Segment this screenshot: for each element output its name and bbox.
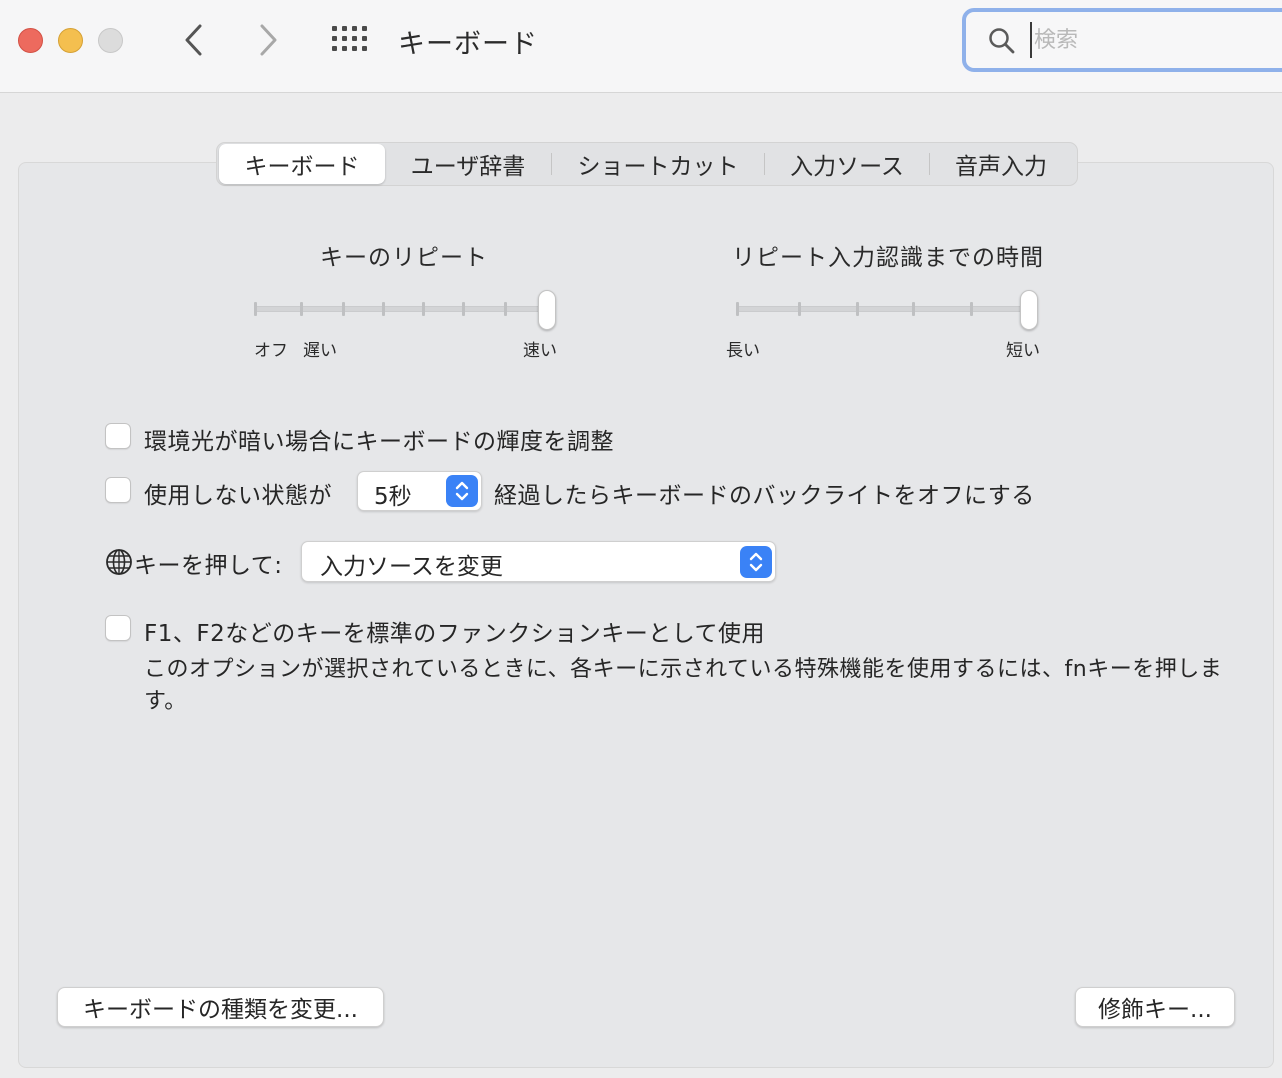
backlight-prefix-label: 使用しない状態が <box>144 483 332 509</box>
search-input[interactable] <box>1030 22 1280 58</box>
zoom-window-button[interactable] <box>98 28 123 53</box>
repeat-delay-title: リピート入力認識までの時間 <box>732 245 1044 271</box>
tab-keyboard[interactable]: キーボード <box>219 144 385 184</box>
key-repeat-off-label: オフ <box>254 341 288 361</box>
chevron-left-icon <box>185 24 202 56</box>
slider-tick <box>382 302 385 316</box>
slider-tick <box>300 302 303 316</box>
function-keys-checkbox[interactable] <box>105 615 131 641</box>
slider-track <box>736 306 1034 312</box>
chevron-up-down-icon <box>749 552 763 572</box>
slider-tick <box>462 302 465 316</box>
tab-shortcuts[interactable]: ショートカット <box>552 144 764 184</box>
slider-tick <box>254 302 257 316</box>
backlight-timeout-popup[interactable]: 5秒 <box>357 471 482 511</box>
slider-tick <box>798 302 801 316</box>
slider-tick <box>342 302 345 316</box>
title-bar: キーボード <box>0 0 1282 93</box>
minimize-window-button[interactable] <box>58 28 83 53</box>
close-window-button[interactable] <box>18 28 43 53</box>
key-repeat-fast-label: 速い <box>523 341 557 361</box>
key-repeat-title: キーのリピート <box>320 245 488 271</box>
window-title: キーボード <box>398 29 538 60</box>
key-repeat-knob[interactable] <box>538 290 556 330</box>
key-repeat-slow-label: 遅い <box>303 341 337 361</box>
slider-tick <box>912 302 915 316</box>
globe-icon <box>106 549 132 575</box>
function-keys-description: このオプションが選択されているときに、各キーに示されている特殊機能を使用するには… <box>144 657 1223 714</box>
backlight-checkbox[interactable] <box>105 477 131 503</box>
popup-stepper <box>740 546 772 578</box>
repeat-delay-long-label: 長い <box>726 341 760 361</box>
function-keys-label: F1、F2などのキーを標準のファンクションキーとして使用 <box>144 621 766 647</box>
repeat-delay-knob[interactable] <box>1020 290 1038 330</box>
popup-stepper <box>446 475 478 507</box>
slider-tick <box>736 302 739 316</box>
globe-key-popup[interactable]: 入力ソースを変更 <box>301 541 776 582</box>
ambient-light-label: 環境光が暗い場合にキーボードの輝度を調整 <box>144 429 614 455</box>
globe-key-value: 入力ソースを変更 <box>320 554 503 580</box>
tab-input-sources[interactable]: 入力ソース <box>765 144 929 184</box>
slider-tick <box>856 302 859 316</box>
globe-key-label: キーを押して: <box>134 553 283 579</box>
search-field[interactable] <box>962 8 1282 72</box>
search-icon <box>989 28 1015 54</box>
slider-track <box>254 306 552 312</box>
forward-button[interactable] <box>248 20 288 60</box>
slider-tick <box>504 302 507 316</box>
ambient-light-checkbox[interactable] <box>105 423 131 449</box>
chevron-up-down-icon <box>455 481 469 501</box>
slider-tick <box>422 302 425 316</box>
tab-bar: キーボード ユーザ辞書 ショートカット 入力ソース 音声入力 <box>216 142 1078 186</box>
tab-user-dictionary[interactable]: ユーザ辞書 <box>385 144 551 184</box>
modifier-keys-button[interactable]: 修飾キー... <box>1075 987 1235 1027</box>
backlight-suffix-label: 経過したらキーボードのバックライトをオフにする <box>494 483 1035 509</box>
chevron-right-icon <box>260 24 277 56</box>
back-button[interactable] <box>174 20 214 60</box>
backlight-timeout-value: 5秒 <box>374 484 412 510</box>
tab-dictation[interactable]: 音声入力 <box>930 144 1072 184</box>
slider-tick <box>970 302 973 316</box>
repeat-delay-short-label: 短い <box>1006 341 1040 361</box>
show-all-grid-icon[interactable] <box>330 22 370 58</box>
change-keyboard-type-button[interactable]: キーボードの種類を変更... <box>57 987 384 1027</box>
